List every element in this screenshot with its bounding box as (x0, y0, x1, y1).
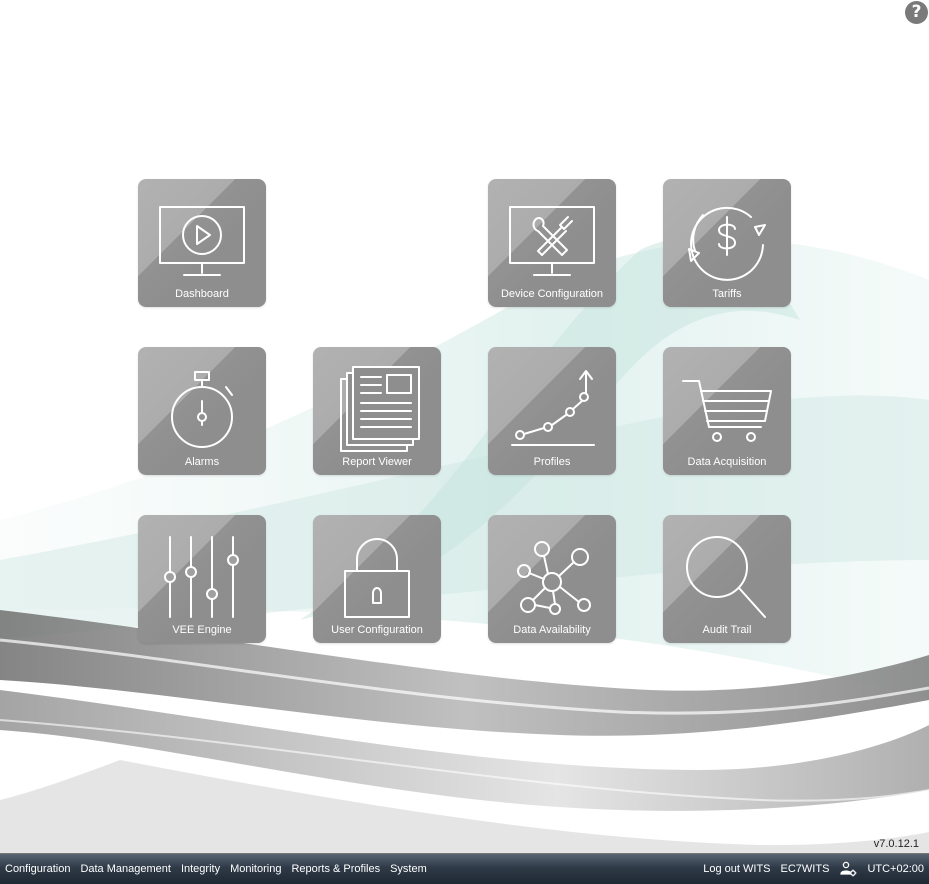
shopping-cart-icon (682, 380, 772, 442)
tile-alarms[interactable]: Alarms (138, 347, 266, 475)
logout-link[interactable]: Log out WITS (703, 863, 770, 875)
tile-label: Profiles (533, 456, 571, 468)
stopwatch-icon (171, 371, 233, 448)
tile-label: Dashboard (175, 288, 229, 300)
menu-system[interactable]: System (390, 863, 427, 875)
user-settings-icon[interactable] (839, 861, 857, 877)
tile-data-acquisition[interactable]: Data Acquisition (663, 347, 791, 475)
tile-vee-engine[interactable]: VEE Engine (138, 515, 266, 643)
tile-audit-trail[interactable]: Audit Trail (663, 515, 791, 643)
tile-label: Data Acquisition (687, 456, 767, 468)
tile-label: Device Configuration (500, 288, 604, 300)
username: EC7WITS (780, 863, 830, 875)
menu-monitoring[interactable]: Monitoring (230, 863, 281, 875)
version-label: v7.0.12.1 (873, 838, 919, 850)
monitor-play-icon (159, 206, 245, 276)
sliders-icon (164, 536, 239, 618)
menu-data-management[interactable]: Data Management (80, 863, 171, 875)
tile-label: Audit Trail (702, 624, 752, 636)
timezone: UTC+02:00 (867, 863, 924, 875)
network-nodes-icon (517, 541, 591, 615)
help-icon[interactable]: ? (905, 1, 928, 24)
line-graph-icon (511, 370, 595, 446)
tile-profiles[interactable]: Profiles (488, 347, 616, 475)
tile-label: VEE Engine (172, 624, 232, 636)
session-area: Log out WITS EC7WITS UTC+02:00 (693, 854, 924, 884)
main-menu: Configuration Data Management Integrity … (5, 854, 437, 884)
dollar-cycle-icon (688, 206, 766, 281)
tile-user-configuration[interactable]: User Configuration (313, 515, 441, 643)
padlock-icon (344, 538, 410, 618)
tile-label: Alarms (184, 456, 220, 468)
tile-report-viewer[interactable]: Report Viewer (313, 347, 441, 475)
tile-label: User Configuration (331, 624, 423, 636)
newspaper-icon (340, 366, 420, 452)
menu-integrity[interactable]: Integrity (181, 863, 220, 875)
tile-dashboard[interactable]: Dashboard (138, 179, 266, 307)
tile-label: Report Viewer (342, 456, 412, 468)
tile-label: Data Availability (513, 624, 591, 636)
magnifier-icon (686, 536, 766, 618)
tile-tariffs[interactable]: Tariffs (663, 179, 791, 307)
tile-label: Tariffs (712, 288, 742, 300)
tile-device-configuration[interactable]: Device Configuration (488, 179, 616, 307)
tile-data-availability[interactable]: Data Availability (488, 515, 616, 643)
monitor-tools-icon (509, 206, 595, 276)
menu-reports-profiles[interactable]: Reports & Profiles (291, 863, 380, 875)
menu-configuration[interactable]: Configuration (5, 863, 70, 875)
taskbar: Configuration Data Management Integrity … (0, 853, 929, 884)
